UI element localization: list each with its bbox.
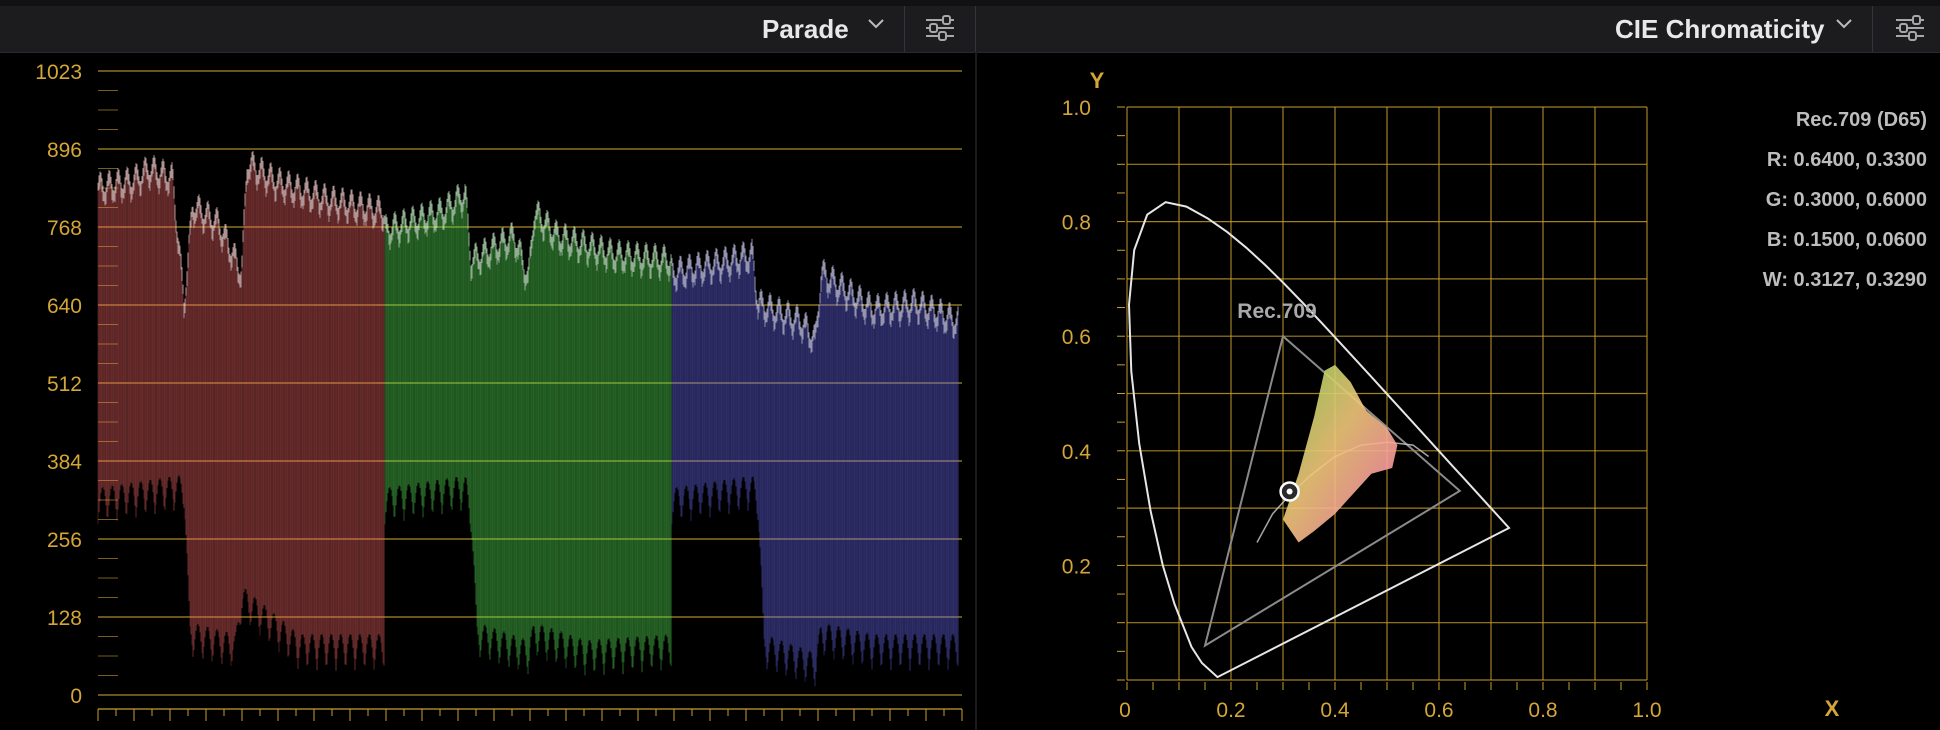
- scopes-toolbar: Parade CIE Chromaticity: [0, 0, 1940, 53]
- parade-y-tick-label: 0: [70, 685, 82, 708]
- cie-y-tick-label: 0.4: [1062, 441, 1092, 464]
- sliders-icon: [1896, 15, 1924, 41]
- parade-x-axis: [97, 708, 963, 721]
- cie-title[interactable]: CIE Chromaticity: [1615, 14, 1825, 45]
- cie-settings-button[interactable]: [1882, 10, 1938, 46]
- chromaticity-point-cloud: [1283, 364, 1398, 543]
- parade-y-tick-label: 512: [47, 373, 82, 396]
- parade-settings-button[interactable]: [912, 10, 968, 46]
- gamut-info-blue: B: 0.1500, 0.0600: [1767, 229, 1927, 251]
- cie-x-tick-label: 0: [1119, 699, 1131, 722]
- cie-x-tick-label: 0.2: [1216, 699, 1245, 722]
- toolbar-top-strip: [0, 0, 1940, 6]
- chevron-down-icon[interactable]: [1834, 14, 1854, 34]
- parade-y-tick-label: 256: [47, 529, 82, 552]
- cie-plot: [1127, 201, 1511, 679]
- chevron-down-icon[interactable]: [866, 14, 886, 34]
- white-point-dot: [1286, 488, 1293, 495]
- parade-channel-blue: [671, 238, 959, 687]
- toolbar-separator: [904, 6, 905, 52]
- gamut-info-red: R: 0.6400, 0.3300: [1767, 149, 1927, 171]
- parade-channel-green: [384, 183, 672, 676]
- parade-y-tick-label: 128: [47, 607, 82, 630]
- toolbar-separator: [975, 6, 976, 52]
- parade-title[interactable]: Parade: [762, 14, 849, 45]
- cie-x-tick-label: 1.0: [1632, 699, 1661, 722]
- parade-y-tick-label: 768: [47, 217, 82, 240]
- parade-y-tick-label: 640: [47, 295, 82, 318]
- gamut-label: Rec.709: [1237, 300, 1316, 323]
- sliders-icon: [926, 15, 954, 41]
- cie-x-axis-label: X: [1825, 696, 1840, 721]
- cie-y-tick-label: 1.0: [1062, 97, 1091, 120]
- gamut-info-white: W: 0.3127, 0.3290: [1763, 269, 1927, 291]
- parade-y-tick-label: 384: [47, 451, 82, 474]
- cie-scope: 1.0 0.8 0.6 0.4 0.2 0 0.2 0.4 0.6 0.8 1.0 Y X Rec.…: [1062, 68, 1927, 722]
- gamut-info: Rec.709 (D65) R: 0.6400, 0.3300 G: 0.300…: [1763, 109, 1927, 291]
- cie-x-tick-label: 0.8: [1528, 699, 1557, 722]
- gamut-info-heading: Rec.709 (D65): [1796, 109, 1927, 131]
- toolbar-separator: [1872, 6, 1873, 52]
- cie-y-tick-label: 0.8: [1062, 212, 1091, 235]
- gamut-info-green: G: 0.3000, 0.6000: [1766, 189, 1927, 211]
- cie-y-axis-label: Y: [1090, 68, 1105, 93]
- parade-waveforms: [97, 150, 959, 687]
- parade-y-tick-label: 896: [47, 139, 82, 162]
- cie-x-tick-label: 0.6: [1424, 699, 1453, 722]
- cie-y-tick-label: 0.6: [1062, 326, 1091, 349]
- cie-y-tick-label: 0.2: [1062, 555, 1091, 578]
- cie-x-tick-label: 0.4: [1320, 699, 1350, 722]
- parade-y-tick-label: 1023: [35, 61, 82, 84]
- parade-scope: 1023 896 768 640 512 384 256 128 0: [35, 61, 963, 721]
- parade-channel-red: [97, 150, 385, 671]
